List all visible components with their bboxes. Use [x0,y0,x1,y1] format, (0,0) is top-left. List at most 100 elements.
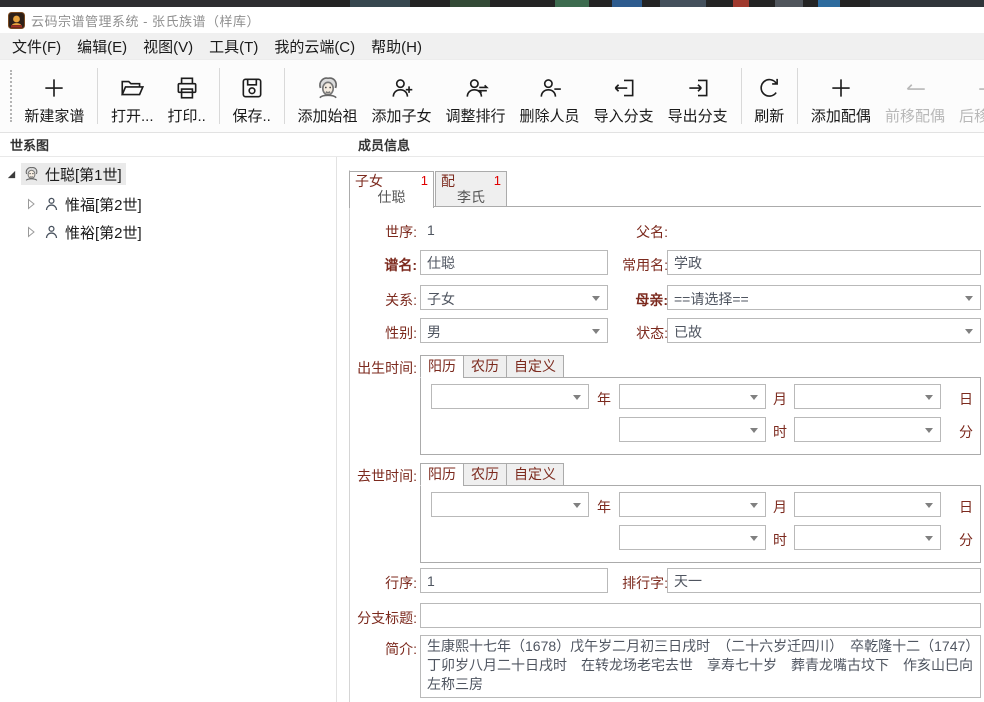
hour-unit-label: 时 [773,530,787,550]
tree-node-label: 惟福[第2世] [65,194,142,215]
birth-date-box: 年 月 日 时 分 [420,377,981,455]
tab-custom[interactable]: 自定义 [506,463,564,486]
tab-count-badge: 1 [494,173,501,189]
birth-month-select[interactable] [619,384,766,409]
window-title: 云码宗谱管理系统 - 张氏族谱（样库） [31,11,260,30]
menu-cloud[interactable]: 我的云端(C) [266,34,363,59]
status-label: 状态: [558,323,668,343]
member-panel-title: 成员信息 [358,135,410,156]
menu-view[interactable]: 视图(V) [135,34,201,59]
status-value: 已故 [674,324,702,340]
tab-type-label: 子女 [355,173,383,189]
refresh-button[interactable]: 刷新 [749,64,789,128]
mother-label: 母亲: [558,290,668,310]
death-date-box: 年 月 日 时 分 [420,485,981,563]
tree-node-weifu[interactable]: 惟福[第2世] [24,193,146,215]
tree-collapsed-icon[interactable] [24,197,38,211]
menu-tools[interactable]: 工具(T) [201,34,266,59]
day-unit-label: 日 [959,389,973,409]
tab-solar[interactable]: 阳历 [420,355,464,378]
tree-node-shicong[interactable]: 仕聪[第1世] [4,163,126,185]
tree-node-weiyu[interactable]: 惟裕[第2世] [24,221,146,243]
ancestor-portrait-icon [315,75,341,101]
chevron-down-icon [925,503,933,508]
tab-person-name: 李氏 [436,189,506,206]
mother-select[interactable]: ==请选择== [667,285,981,310]
tree-node-label: 仕聪[第1世] [45,164,122,185]
ranking-word-input[interactable] [667,568,981,593]
print-button[interactable]: 打印.. [163,64,211,128]
export-branch-button[interactable]: 导出分支 [663,64,733,128]
printer-icon [174,75,200,101]
menu-help[interactable]: 帮助(H) [363,34,430,59]
relation-label: 关系: [307,290,417,310]
tab-type-label: 配 [441,173,455,189]
move-spouse-backward-button[interactable]: 后移配偶 [954,64,984,128]
tab-lunar[interactable]: 农历 [463,355,507,378]
birth-year-select[interactable] [431,384,589,409]
save-icon [239,75,265,101]
adjust-order-button[interactable]: 调整排行 [441,64,511,128]
delete-person-button[interactable]: 删除人员 [515,64,585,128]
genealogy-tree-panel: 仕聪[第1世] 惟福[第2世] 惟裕[第2世] [0,157,337,702]
birth-hour-select[interactable] [619,417,766,442]
death-month-select[interactable] [619,492,766,517]
save-button[interactable]: 保存.. [228,64,276,128]
app-window: 云码宗谱管理系统 - 张氏族谱（样库） 文件(F) 编辑(E) 视图(V) 工具… [0,0,984,702]
month-unit-label: 月 [773,497,787,517]
tree-expanded-icon[interactable] [4,167,18,181]
title-bar: 云码宗谱管理系统 - 张氏族谱（样库） [0,7,984,33]
menu-edit[interactable]: 编辑(E) [69,34,135,59]
branch-title-input[interactable] [420,603,981,628]
folder-open-icon [119,75,145,101]
year-unit-label: 年 [597,497,611,517]
person-minus-icon [537,75,563,101]
birth-calendar-tabs: 阳历 农历 自定义 [420,355,563,378]
chevron-down-icon [750,536,758,541]
biography-textarea[interactable]: 生康熙十七年（1678）戊午岁二月初三日戌时 （二十六岁迁四川） 卒乾隆十二（1… [420,635,981,698]
open-button[interactable]: 打开... [106,64,159,128]
new-genealogy-button[interactable]: 新建家谱 [19,64,89,128]
tree-collapsed-icon[interactable] [24,225,38,239]
move-spouse-forward-button[interactable]: 前移配偶 [880,64,950,128]
chevron-down-icon [750,428,758,433]
death-time-label: 去世时间: [307,466,417,486]
day-unit-label: 日 [959,497,973,517]
tab-child-shicong[interactable]: 子女1 仕聪 [349,171,434,208]
death-hour-select[interactable] [619,525,766,550]
tab-lunar[interactable]: 农历 [463,463,507,486]
ranking-word-label: 排行字: [558,573,668,593]
toolbar-grip[interactable] [10,70,13,122]
plus-icon [828,75,854,101]
death-minute-select[interactable] [794,525,941,550]
birth-day-select[interactable] [794,384,941,409]
status-select[interactable]: 已故 [667,318,981,343]
sibling-order-label: 行序: [307,573,417,593]
common-name-input[interactable] [667,250,981,275]
death-day-select[interactable] [794,492,941,517]
birth-time-label: 出生时间: [307,358,417,378]
tab-solar[interactable]: 阳历 [420,463,464,486]
screen-top-strip [0,0,984,7]
menu-file[interactable]: 文件(F) [4,34,69,59]
chevron-down-icon [965,296,973,301]
birth-minute-select[interactable] [794,417,941,442]
ancestor-portrait-icon [23,165,40,183]
add-child-button[interactable]: 添加子女 [367,64,437,128]
tab-custom[interactable]: 自定义 [506,355,564,378]
generation-order-label: 世序: [307,222,417,242]
branch-title-label: 分支标题: [307,608,417,628]
person-icon [43,223,60,241]
year-unit-label: 年 [597,389,611,409]
import-branch-button[interactable]: 导入分支 [589,64,659,128]
relation-value: 子女 [427,291,455,307]
add-spouse-button[interactable]: 添加配偶 [806,64,876,128]
death-year-select[interactable] [431,492,589,517]
add-ancestor-button[interactable]: 添加始祖 [293,64,363,128]
tab-spouse-lishi[interactable]: 配 1 李氏 [435,171,507,207]
father-name-label: 父名: [558,222,668,242]
chevron-down-icon [925,428,933,433]
common-name-label: 常用名: [558,255,668,275]
minute-unit-label: 分 [959,422,973,442]
chevron-down-icon [750,503,758,508]
